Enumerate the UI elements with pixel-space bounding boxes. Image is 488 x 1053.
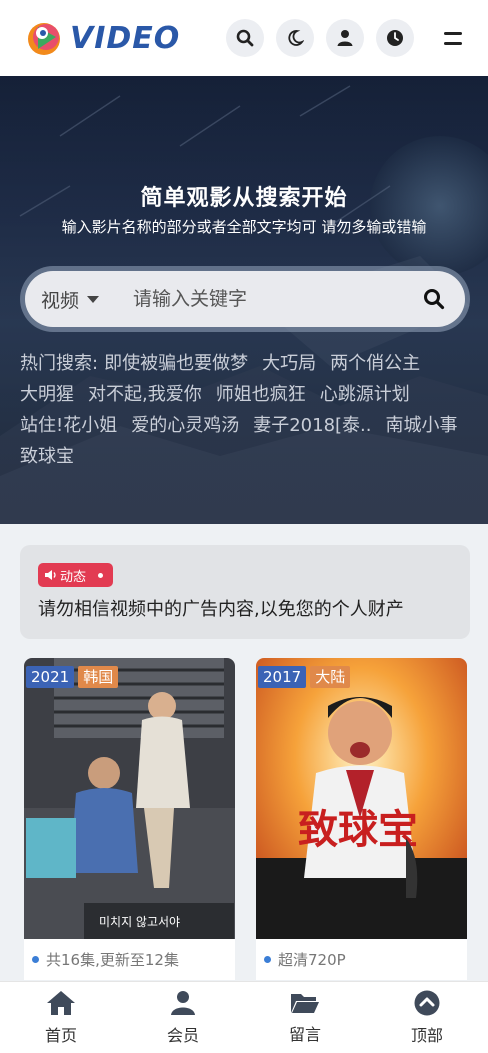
moon-icon [288, 30, 304, 46]
hot-search-item[interactable]: 南城小事 [386, 415, 458, 436]
nav-member-label: 会员 [166, 1025, 199, 1045]
hot-searches: 热门搜索: 即使被骗也要做梦 大巧局 两个俏公主大明猩 对不起,我爱你 师姐也疯狂 心跳源计… [20, 348, 472, 472]
user-icon [337, 30, 353, 46]
poster-image: 致球宝 [256, 658, 467, 939]
search-hero: 简单观影从搜索开始 输入影片名称的部分或者全部文字均可 请勿多输或错输 视频 热… [0, 76, 488, 524]
nav-member[interactable]: 会员 [122, 982, 244, 1053]
hero-title: 简单观影从搜索开始 [140, 186, 348, 211]
hot-search-item[interactable]: 师姐也疯狂 [216, 384, 306, 405]
speaker-icon [45, 570, 56, 580]
caret-down-icon [87, 295, 100, 303]
top-header: VIDEO [0, 0, 488, 76]
site-logo[interactable]: VIDEO [26, 17, 180, 59]
nav-top-label: 顶部 [410, 1025, 443, 1045]
arrow-up-icon [414, 990, 440, 1015]
search-type-select[interactable]: 视频 [41, 286, 100, 313]
nav-top[interactable]: 顶部 [366, 982, 488, 1053]
area-tag: 韩国 [78, 666, 119, 688]
poster-caption: 致球宝 [298, 806, 418, 853]
menu-button[interactable] [432, 19, 462, 57]
bottom-navigation: 首页 会员 留言 顶部 [0, 981, 488, 1053]
news-badge: 动态 [38, 563, 114, 587]
hot-search-item[interactable]: 爱的心灵鸡汤 [131, 415, 239, 436]
nav-message-label: 留言 [288, 1024, 321, 1044]
hero-subtitle: 输入影片名称的部分或者全部文字均可 请勿多输或错输 [61, 218, 427, 236]
theme-toggle-button[interactable] [276, 19, 314, 57]
hot-search-item[interactable]: 心跳源计划 [320, 384, 410, 405]
search-submit-icon[interactable] [423, 288, 445, 310]
search-type-label: 视频 [41, 289, 80, 312]
search-icon [236, 29, 254, 47]
clock-icon [387, 30, 403, 46]
folder-icon [291, 993, 319, 1013]
notice-box: 动态 请勿相信视频中的广告内容,以免您的个人财产 [20, 545, 470, 639]
hot-search-item[interactable]: 大巧局 [262, 353, 316, 374]
hot-search-item[interactable]: 对不起,我爱你 [88, 384, 202, 405]
news-badge-label: 动态 [60, 569, 87, 585]
nav-message[interactable]: 留言 [244, 982, 366, 1053]
logo-text: VIDEO [70, 20, 181, 56]
hot-search-item[interactable]: 站住!花小姐 [20, 415, 117, 436]
video-poster[interactable]: 미치지 않고서야 2021 韩国 [24, 658, 235, 939]
menu-icon [444, 31, 462, 35]
video-card[interactable]: 致球宝 2017 大陆 超清720P [256, 658, 467, 980]
poster-caption: 미치지 않고서야 [99, 915, 180, 929]
hot-search-item[interactable]: 妻子2018[泰.. [253, 415, 371, 436]
year-tag: 2017 [258, 666, 307, 688]
hot-search-item[interactable]: 致球宝 [20, 446, 74, 467]
card-status: 超清720P [256, 939, 467, 980]
user-icon [171, 990, 195, 1015]
hot-search-item[interactable]: 即使被骗也要做梦 [104, 353, 248, 374]
history-button[interactable] [376, 19, 414, 57]
hot-search-label: 热门搜索: [20, 353, 99, 374]
hot-search-item[interactable]: 两个俏公主 [330, 353, 420, 374]
video-poster[interactable]: 致球宝 2017 大陆 [256, 658, 467, 939]
card-status-text: 超清720P [278, 951, 346, 969]
search-input[interactable] [133, 288, 423, 310]
notice-text: 请勿相信视频中的广告内容,以免您的个人财产 [38, 599, 404, 620]
nav-home-label: 首页 [44, 1025, 77, 1045]
search-bar: 视频 [20, 266, 470, 332]
year-tag: 2021 [26, 666, 75, 688]
search-button[interactable] [226, 19, 264, 57]
logo-icon [28, 23, 60, 55]
video-card[interactable]: 미치지 않고서야 2021 韩国 共16集,更新至12集 [24, 658, 235, 980]
poster-image: 미치지 않고서야 [24, 658, 235, 939]
card-status-text: 共16集,更新至12集 [46, 951, 179, 969]
area-tag: 大陆 [310, 666, 351, 688]
nav-home[interactable]: 首页 [0, 982, 122, 1053]
card-status: 共16集,更新至12集 [24, 939, 235, 980]
user-button[interactable] [326, 19, 364, 57]
home-icon [47, 990, 75, 1015]
hot-search-item[interactable]: 大明猩 [20, 384, 74, 405]
